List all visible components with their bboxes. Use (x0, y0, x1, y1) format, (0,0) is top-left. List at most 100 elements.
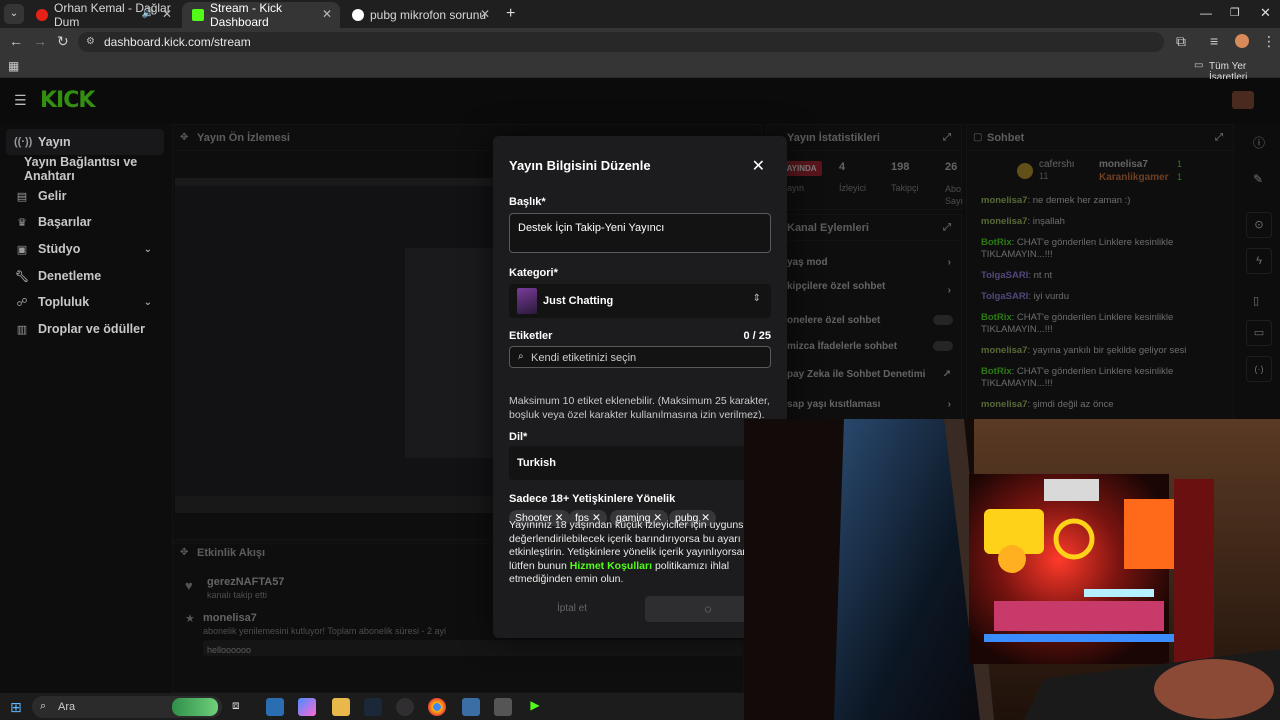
chat-leaderboard: cafershı 11 monelisa7 1 Karanlikgamer 1 (1017, 159, 1227, 189)
task-view-icon[interactable]: ⧈ (232, 698, 250, 716)
chat-message: BotRix: CHAT'e gönderilen Linklere kesin… (981, 366, 1174, 389)
stat-live-label: ayın (787, 183, 805, 193)
windows-taskbar: ⊞ ⌕ Ara ⧈ ▶ (0, 693, 744, 720)
lightning-icon[interactable]: ϟ (1246, 248, 1272, 274)
action-ai-moderation[interactable]: pay Zeka ile Sohbet Denetimi ↗ (787, 369, 957, 380)
tags-input[interactable]: ⌕ Kendi etiketinizi seçin (509, 346, 771, 368)
tags-label: Etiketler (509, 330, 553, 342)
obs-icon[interactable] (396, 698, 414, 716)
sidebar-item-topluluk[interactable]: ☍ Topluluk ⌄ (6, 289, 164, 315)
sub-icon: ★ (185, 613, 195, 625)
toggle-switch[interactable] (933, 341, 953, 351)
category-thumbnail (517, 288, 537, 314)
reload-icon[interactable]: ↻ (57, 33, 69, 50)
sidebar-item-yayin[interactable]: ((·)) Yayın (6, 129, 164, 155)
action-subs-chat[interactable]: onelere özel sohbet (787, 315, 957, 326)
close-tab-icon[interactable]: ✕ (162, 7, 172, 21)
site-info-icon[interactable]: ⚙ (86, 32, 95, 52)
extensions-icon[interactable]: ⧉ (1176, 33, 1186, 50)
webcam-overlay (744, 419, 1280, 720)
chat-bubble-icon[interactable]: ▭ (1246, 320, 1272, 346)
chat-message: TolgaSARI: iyi vurdu (981, 291, 1069, 302)
sidebar-item-denetleme[interactable]: 🔧︎ Denetleme (6, 263, 164, 289)
heart-icon: ♥ (185, 578, 193, 593)
title-label: Başlık* (509, 196, 546, 208)
adult-content-label: Sadece 18+ Yetişkinlere Yönelik (509, 493, 676, 505)
close-window-icon[interactable]: ✕ (1260, 5, 1271, 21)
edit-icon[interactable]: ✎ (1253, 172, 1263, 186)
app-icon-2[interactable] (462, 698, 480, 716)
taskbar-search[interactable]: ⌕ Ara (32, 696, 222, 718)
terms-link[interactable]: Hizmet Koşulları (570, 560, 652, 572)
close-icon[interactable]: ✕ (752, 156, 765, 176)
loading-spinner-icon: ◌ (704, 602, 712, 616)
apps-grid-icon[interactable]: ▦ (8, 59, 19, 73)
copilot-icon[interactable] (298, 698, 316, 716)
tab-orhan-kemal[interactable]: Orhan Kemal - Dağlar Dum 🔊 ✕ (26, 1, 180, 29)
steam-icon[interactable] (364, 698, 382, 716)
file-explorer-icon[interactable] (332, 698, 350, 716)
user-avatar[interactable] (1232, 91, 1254, 109)
sidebar-item-basarilar[interactable]: ♛ Başarılar (6, 209, 164, 235)
close-tab-icon[interactable]: ✕ (480, 7, 490, 21)
hamburger-icon[interactable]: ☰ (14, 92, 27, 109)
action-emote-chat[interactable]: mizca İfadelerle sohbet (787, 341, 957, 352)
tab-kick-dashboard[interactable]: Stream - Kick Dashboard ✕ (182, 1, 340, 29)
restore-icon[interactable]: ❐ (1230, 6, 1240, 19)
action-followers-chat[interactable]: kipçilere özel sohbet › (787, 281, 957, 296)
popout-icon[interactable]: ⤢ (943, 125, 951, 151)
cancel-button[interactable]: İptal et (509, 596, 635, 622)
minimize-icon[interactable]: — (1200, 6, 1212, 20)
kick-app-icon[interactable]: ▶ (526, 698, 544, 716)
sidebar-item-gelir[interactable]: ▤ Gelir (6, 183, 164, 209)
search-icon: ⌕ (40, 700, 47, 712)
menu-icon[interactable]: ⋮ (1262, 33, 1276, 50)
action-slow-mode[interactable]: yaş mod › (787, 257, 957, 268)
top-nav: ☰ KICK (0, 79, 1280, 123)
tab-pubg-search[interactable]: pubg mikrofon sorunu - Goog ✕ (342, 2, 498, 28)
windows-start-icon[interactable]: ⊞ (10, 699, 22, 716)
browser-tab-bar: ⌄ Orhan Kemal - Dağlar Dum 🔊 ✕ Stream - … (0, 0, 1280, 29)
back-icon[interactable]: ← (9, 33, 23, 49)
stream-title-input[interactable]: Destek İçin Takip-Yeni Yayıncı (509, 213, 771, 253)
broadcast-icon[interactable]: (·) (1246, 356, 1272, 382)
panel-header: Yayın İstatistikleri ⤢ (767, 125, 961, 151)
speaker-icon[interactable]: 🔊 (142, 8, 154, 19)
app-icon-3[interactable] (494, 698, 512, 716)
close-tab-icon[interactable]: ✕ (322, 7, 332, 21)
app-icon-1[interactable] (266, 698, 284, 716)
category-select[interactable]: Just Chatting ⇕ (509, 284, 771, 318)
profile-avatar[interactable] (1235, 34, 1249, 48)
gift-icon: ▥ (16, 323, 28, 336)
channel-actions-panel: Kanal Eylemleri ⤢ yaş mod › kipçilere öze… (766, 214, 962, 420)
trophy-icon: ♛ (17, 216, 27, 229)
popout-icon[interactable]: ⤢ (943, 215, 951, 241)
chat-message: monelisa7: yayına yankılı bir şekilde ge… (981, 345, 1187, 356)
chrome-icon[interactable] (428, 698, 446, 716)
gifter-badge (1017, 163, 1033, 179)
doc-icon[interactable]: ▯ (1253, 294, 1259, 307)
forward-icon[interactable]: → (33, 33, 47, 49)
select-arrows-icon: ⇕ (752, 293, 761, 304)
language-select[interactable]: Turkish (509, 446, 771, 480)
tab-list-button[interactable]: ⌄ (4, 4, 24, 24)
tags-counter: 0 / 25 (743, 330, 771, 342)
chat-message: TolgaSARI: nt nt (981, 270, 1053, 281)
studio-icon: ▣ (16, 243, 28, 256)
stat-followers-label: Takipçi (891, 183, 919, 193)
media-icon[interactable]: ≡ (1210, 33, 1218, 49)
kick-logo[interactable]: KICK (40, 88, 95, 113)
info-icon[interactable]: ⓘ (1253, 134, 1265, 151)
action-account-age[interactable]: sap yaşı kısıtlaması › (787, 399, 957, 410)
target-icon[interactable]: ⊙ (1246, 212, 1272, 238)
broadcast-icon: ((·)) (14, 136, 33, 148)
chat-message: monelisa7: şimdi değil az önce (981, 399, 1114, 410)
sidebar-item-stream-key[interactable]: Yayın Bağlantısı ve Anahtarı (6, 155, 164, 183)
toggle-switch[interactable] (933, 315, 953, 325)
new-tab-button[interactable]: + (506, 5, 515, 23)
stat-subs-value: 26 (945, 161, 958, 173)
url-input[interactable]: ⚙ dashboard.kick.com/stream (78, 32, 1164, 52)
sidebar-item-studyo[interactable]: ▣ Stüdyo ⌄ (6, 236, 164, 262)
popout-icon[interactable]: ⤢ (1215, 125, 1223, 151)
sidebar-item-droplar[interactable]: ▥ Droplar ve ödüller (6, 316, 164, 342)
